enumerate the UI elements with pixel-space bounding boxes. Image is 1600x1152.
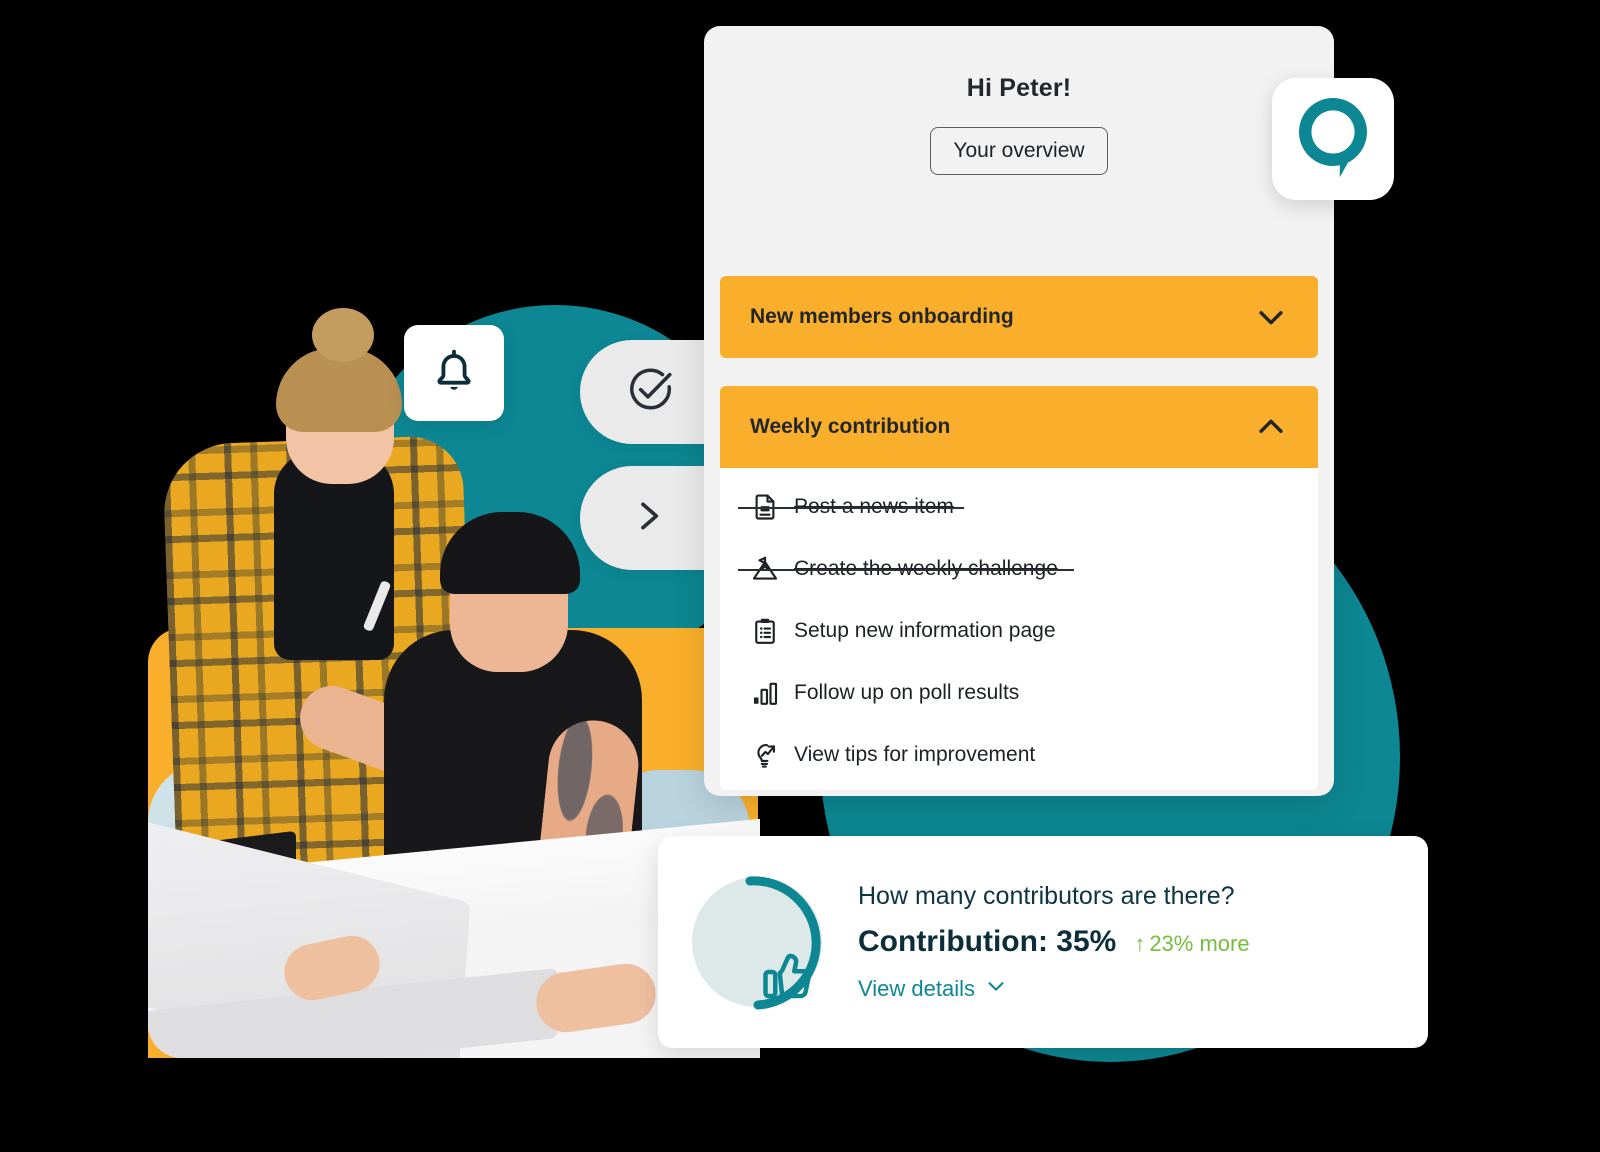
strikethrough-line [738,507,964,509]
task-row[interactable]: Setup new information page [720,600,1318,662]
accordion-new-members-onboarding[interactable]: New members onboarding [720,276,1318,358]
view-details-link[interactable]: View details [858,975,1250,1003]
task-row[interactable]: Create the weekly challenge [720,538,1318,600]
task-row[interactable]: Follow up on poll results [720,662,1318,724]
stat-value: Contribution: 35% [858,924,1117,958]
task-label: Setup new information page [794,619,1056,642]
bell-icon [427,344,481,403]
view-details-label: View details [858,975,975,1001]
woman-hair-bun [312,308,374,362]
contribution-stat-card: How many contributors are there? Contrib… [658,836,1428,1048]
accordion-label: New members onboarding [750,305,1014,328]
chevron-right-icon [628,496,668,541]
stat-delta-label: 23% more [1149,930,1250,956]
task-label: Follow up on poll results [794,681,1020,704]
task-label: View tips for improvement [794,743,1036,766]
overview-panel: Hi Peter! Your overview New members onbo… [704,26,1334,796]
chevron-up-icon[interactable] [1254,410,1318,444]
lightbulb-trend-icon [750,740,790,770]
chevron-down-icon[interactable] [1254,300,1318,334]
task-row[interactable]: View tips for improvement [720,724,1318,786]
weekly-contribution-task-list: Post a news item Create the weekly chall… [720,468,1318,790]
stat-question: How many contributors are there? [858,881,1235,910]
strikethrough-line [738,569,1074,571]
notification-bell-tile[interactable] [404,325,504,421]
your-overview-button[interactable]: Your overview [930,127,1108,175]
hero-illustration: Hi Peter! Your overview New members onbo… [0,0,1600,1152]
speech-bubble-q-logo-icon [1291,94,1375,185]
clipboard-list-icon [750,616,790,646]
bar-chart-icon [750,678,790,708]
arrow-up-icon: ↑ [1134,930,1146,956]
chevron-down-icon [985,975,1007,1003]
stat-delta: ↑ 23% more [1134,931,1249,957]
contribution-gauge [688,869,834,1015]
app-logo-tile[interactable] [1272,78,1394,200]
task-row[interactable]: Post a news item [720,476,1318,538]
accordion-weekly-contribution[interactable]: Weekly contribution [720,386,1318,468]
page-title: Hi Peter! [966,74,1072,102]
accordion-label: Weekly contribution [750,415,951,438]
check-circle-icon [625,365,675,420]
